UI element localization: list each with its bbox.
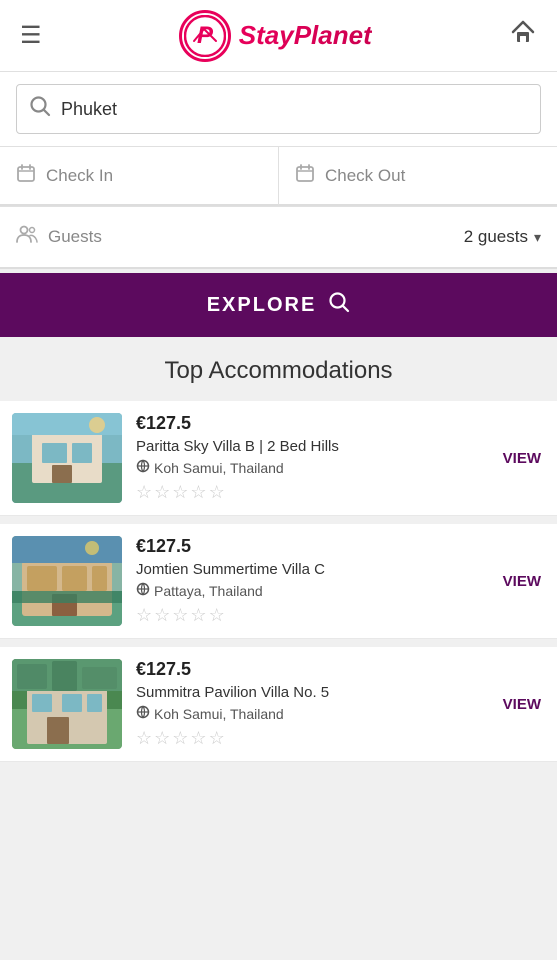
explore-label: EXPLORE	[207, 294, 317, 317]
explore-search-icon	[328, 291, 350, 319]
star-3: ☆	[172, 728, 188, 749]
view-button-1[interactable]: VIEW	[499, 444, 545, 473]
search-input[interactable]	[61, 99, 528, 120]
app-header: ☰ P StayPlanet	[0, 0, 557, 72]
listing-info-1: €127.5 Paritta Sky Villa B | 2 Bed Hills…	[136, 413, 485, 503]
search-input-wrapper[interactable]	[16, 84, 541, 134]
logo-text: StayPlanet	[239, 20, 372, 51]
guests-label: Guests	[48, 227, 102, 247]
location-icon-2	[136, 582, 150, 599]
listing-name-1: Paritta Sky Villa B | 2 Bed Hills	[136, 438, 356, 455]
logo-circle: P	[179, 10, 231, 62]
view-button-3[interactable]: VIEW	[499, 690, 545, 719]
search-icon	[29, 95, 51, 123]
star-4: ☆	[190, 728, 206, 749]
guests-row[interactable]: Guests 2 guests ▾	[0, 207, 557, 269]
listing-location-text-3: Koh Samui, Thailand	[154, 706, 284, 722]
listing-image-2	[12, 536, 122, 626]
guests-icon	[16, 223, 38, 251]
checkout-label: Check Out	[325, 166, 405, 186]
star-2: ☆	[154, 605, 170, 626]
listing-card: €127.5 Paritta Sky Villa B | 2 Bed Hills…	[0, 401, 557, 516]
checkout-field[interactable]: Check Out	[278, 147, 557, 206]
star-4: ☆	[190, 605, 206, 626]
star-3: ☆	[172, 482, 188, 503]
section-title: Top Accommodations	[0, 357, 557, 385]
hamburger-icon: ☰	[20, 22, 42, 49]
menu-button[interactable]: ☰	[16, 17, 46, 54]
listing-location-text-1: Koh Samui, Thailand	[154, 460, 284, 476]
listing-card-2: €127.5 Jomtien Summertime Villa C Pattay…	[0, 524, 557, 639]
checkout-calendar-icon	[295, 163, 315, 188]
guests-count: 2 guests	[464, 227, 528, 247]
listing-stars-2: ☆ ☆ ☆ ☆ ☆	[136, 605, 485, 626]
star-5: ☆	[209, 482, 225, 503]
home-icon	[509, 22, 537, 52]
checkin-field[interactable]: Check In	[0, 147, 278, 206]
listing-name-2: Jomtien Summertime Villa C	[136, 561, 356, 578]
listing-stars-1: ☆ ☆ ☆ ☆ ☆	[136, 482, 485, 503]
home-button[interactable]	[505, 14, 541, 57]
listing-location-2: Pattaya, Thailand	[136, 582, 485, 599]
listing-price-1: €127.5	[136, 413, 485, 434]
explore-button[interactable]: EXPLORE	[0, 273, 557, 337]
checkin-calendar-icon	[16, 163, 36, 188]
listing-stars-3: ☆ ☆ ☆ ☆ ☆	[136, 728, 485, 749]
listing-image-3	[12, 659, 122, 749]
star-5: ☆	[209, 728, 225, 749]
listing-image-1	[12, 413, 122, 503]
location-icon-3	[136, 705, 150, 722]
listing-location-3: Koh Samui, Thailand	[136, 705, 485, 722]
search-container	[0, 72, 557, 147]
listing-location-1: Koh Samui, Thailand	[136, 459, 485, 476]
guests-value: 2 guests ▾	[464, 227, 541, 247]
star-2: ☆	[154, 728, 170, 749]
star-2: ☆	[154, 482, 170, 503]
listing-location-text-2: Pattaya, Thailand	[154, 583, 263, 599]
logo-svg: P	[184, 15, 226, 57]
top-accommodations-section: Top Accommodations €127.5 Paritta Sky Vi…	[0, 337, 557, 780]
location-icon-1	[136, 459, 150, 476]
chevron-down-icon: ▾	[534, 229, 541, 246]
guests-left: Guests	[16, 223, 102, 251]
logo: P StayPlanet	[179, 10, 372, 62]
star-3: ☆	[172, 605, 188, 626]
view-button-2[interactable]: VIEW	[499, 567, 545, 596]
listing-price-3: €127.5	[136, 659, 485, 680]
star-4: ☆	[190, 482, 206, 503]
checkin-label: Check In	[46, 166, 113, 186]
listing-card-3: €127.5 Summitra Pavilion Villa No. 5 Koh…	[0, 647, 557, 762]
star-1: ☆	[136, 482, 152, 503]
listing-name-3: Summitra Pavilion Villa No. 5	[136, 684, 356, 701]
listing-info-2: €127.5 Jomtien Summertime Villa C Pattay…	[136, 536, 485, 626]
star-1: ☆	[136, 605, 152, 626]
listing-info-3: €127.5 Summitra Pavilion Villa No. 5 Koh…	[136, 659, 485, 749]
date-row: Check In Check Out	[0, 147, 557, 207]
star-1: ☆	[136, 728, 152, 749]
listing-price-2: €127.5	[136, 536, 485, 557]
star-5: ☆	[209, 605, 225, 626]
